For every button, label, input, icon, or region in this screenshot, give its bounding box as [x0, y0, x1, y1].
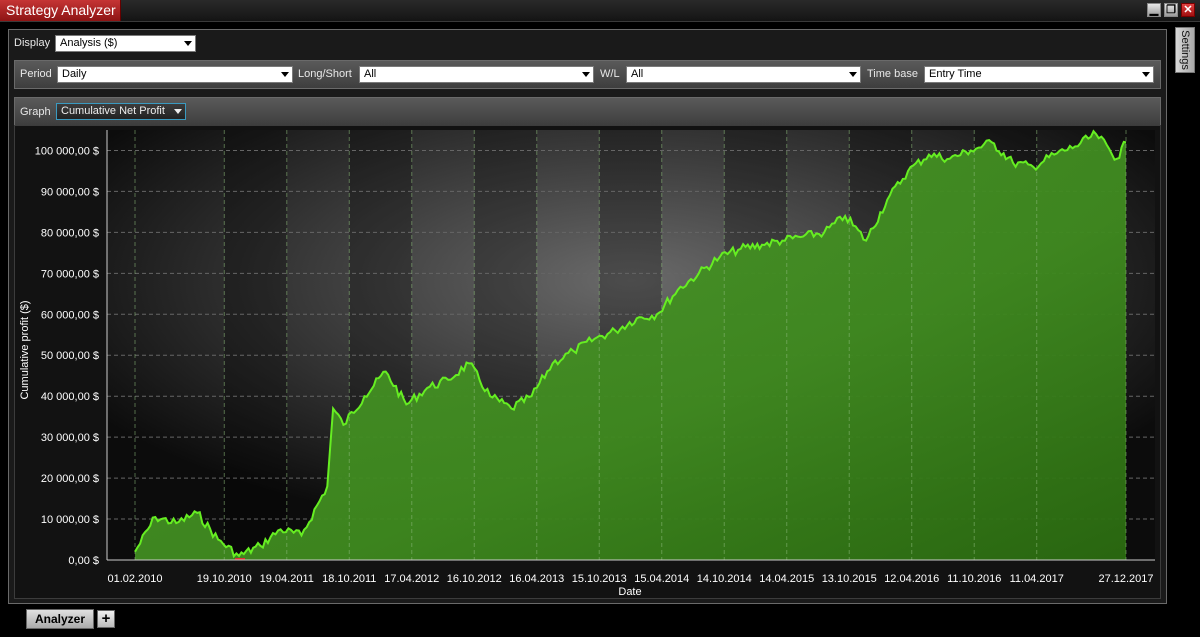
time-base-label: Time base [867, 68, 918, 80]
settings-tab[interactable]: Settings [1175, 27, 1195, 73]
tab-analyzer[interactable]: Analyzer [26, 609, 94, 629]
time-base-value: Entry Time [929, 68, 982, 80]
graph-dropdown[interactable]: Cumulative Net Profit [56, 103, 186, 120]
wl-dropdown[interactable]: All [626, 66, 861, 83]
long-short-value: All [364, 68, 377, 80]
settings-tab-label: Settings [1179, 30, 1191, 70]
period-dropdown[interactable]: Daily [57, 66, 293, 83]
period-value: Daily [62, 68, 87, 80]
window-titlebar: Strategy Analyzer ▁ ❐ ✕ [0, 0, 1200, 22]
close-icon[interactable]: ✕ [1181, 3, 1195, 17]
period-label: Period [20, 68, 52, 80]
add-tab-button[interactable]: + [97, 610, 115, 628]
display-dropdown[interactable]: Analysis ($) [55, 35, 196, 52]
chevron-down-icon [174, 109, 182, 114]
chevron-down-icon [281, 72, 289, 77]
chevron-down-icon [849, 72, 857, 77]
graph-label: Graph [20, 106, 51, 118]
chevron-down-icon [582, 72, 590, 77]
graph-bar [14, 97, 1161, 126]
time-base-dropdown[interactable]: Entry Time [924, 66, 1154, 83]
minimize-icon[interactable]: ▁ [1147, 3, 1161, 17]
display-label: Display [14, 37, 51, 49]
display-value: Analysis ($) [60, 37, 118, 49]
chevron-down-icon [1142, 72, 1150, 77]
window-title: Strategy Analyzer [0, 0, 121, 21]
wl-value: All [631, 68, 644, 80]
graph-value: Cumulative Net Profit [61, 105, 165, 117]
long-short-label: Long/Short [298, 68, 352, 80]
restore-icon[interactable]: ❐ [1164, 3, 1178, 17]
chevron-down-icon [184, 41, 192, 46]
wl-label: W/L [600, 68, 620, 80]
long-short-dropdown[interactable]: All [359, 66, 594, 83]
chart-area [14, 125, 1161, 599]
